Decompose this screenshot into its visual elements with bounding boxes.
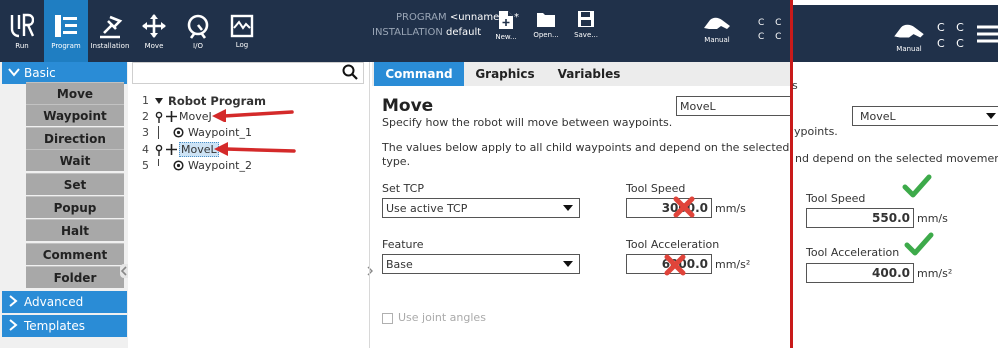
chevron-right-icon — [8, 294, 24, 310]
cmd-popup[interactable]: Popup — [26, 196, 124, 218]
cmd-move[interactable]: Move — [26, 82, 124, 104]
tool-accel-label: Tool Acceleration — [626, 238, 720, 251]
expand-triangle-icon — [155, 97, 163, 104]
check-mark-icon — [904, 232, 934, 256]
move-icon — [166, 111, 177, 122]
set-tcp-label: Set TCP — [382, 182, 424, 195]
annotation-arrow-icon — [214, 142, 296, 156]
tool-accel-unit: mm/s² — [715, 258, 751, 271]
save-icon — [578, 11, 594, 27]
annotation-arrow-icon — [212, 109, 294, 122]
menu-icon[interactable] — [977, 24, 998, 47]
new-file-icon — [499, 11, 513, 29]
log-tab[interactable]: Log — [220, 0, 264, 62]
cmd-wait[interactable]: Wait — [26, 149, 124, 171]
divider — [369, 62, 370, 348]
open-button[interactable]: Open... — [526, 10, 566, 39]
speed-indicator[interactable]: C C C C — [937, 20, 968, 52]
dropdown-arrow-icon — [986, 113, 996, 119]
io-icon — [187, 14, 209, 39]
tab-command[interactable]: Command — [374, 62, 464, 86]
program-tab[interactable]: Program — [44, 0, 88, 62]
check-mark-icon — [902, 174, 932, 198]
tool-accel-input[interactable]: 400.0 — [806, 263, 914, 283]
save-button[interactable]: Save... — [566, 10, 606, 39]
cmd-halt[interactable]: Halt — [26, 219, 124, 241]
advanced-section-header[interactable]: Advanced — [2, 291, 127, 313]
log-icon — [230, 14, 254, 37]
move-tab[interactable]: Move — [132, 0, 176, 62]
tool-speed-input[interactable]: 550.0 — [806, 208, 914, 228]
dropdown-arrow-icon — [563, 261, 573, 267]
chevron-down-icon — [8, 66, 24, 80]
templates-section-header[interactable]: Templates — [2, 315, 127, 337]
cmd-folder[interactable]: Folder — [26, 266, 124, 288]
tree-collapse-handle[interactable] — [367, 266, 373, 279]
installation-icon — [100, 15, 123, 38]
tree-row[interactable]: 3 Waypoint_1 — [142, 126, 252, 139]
move-type-select[interactable]: MoveL — [852, 106, 998, 126]
node-collapse-icon — [155, 111, 163, 123]
tool-speed-label: Tool Speed — [806, 192, 866, 205]
installation-name: default — [445, 27, 482, 38]
waypoint-icon — [173, 127, 184, 138]
set-tcp-select[interactable]: Use active TCP — [382, 198, 580, 218]
tool-speed-input[interactable]: 3000.0 — [626, 198, 712, 218]
feature-select[interactable]: Base — [382, 254, 580, 274]
cmd-set[interactable]: Set — [26, 173, 124, 195]
new-button[interactable]: New... — [486, 10, 526, 41]
manual-mode-button[interactable]: Manual — [702, 16, 732, 44]
tree-search-input[interactable] — [132, 62, 364, 84]
cross-mark-icon — [673, 196, 695, 218]
move-icon — [142, 13, 166, 38]
tool-speed-label: Tool Speed — [626, 182, 686, 195]
cross-mark-icon — [664, 254, 686, 276]
program-icon — [55, 14, 77, 37]
cmd-comment[interactable]: Comment — [26, 243, 124, 265]
ur-logo-icon — [10, 13, 34, 37]
hand-icon — [704, 17, 730, 29]
chevron-right-icon — [8, 318, 24, 334]
chevron-left-icon — [120, 266, 127, 276]
speed-indicator[interactable]: C C C C — [758, 16, 785, 44]
io-tab[interactable]: I/O — [176, 0, 220, 62]
hand-icon — [894, 24, 924, 38]
run-button[interactable]: Run — [0, 0, 44, 62]
tab-variables[interactable]: Variables — [552, 62, 626, 86]
panel-subtitle: Specify how the robot will move between … — [382, 116, 673, 129]
chevron-right-icon — [367, 266, 373, 276]
tree-row[interactable]: 1 Robot Program — [142, 94, 266, 108]
node-collapse-icon — [155, 144, 163, 156]
waypoint-icon — [173, 160, 184, 171]
basic-section-header[interactable]: Basic — [2, 62, 127, 84]
dropdown-arrow-icon — [563, 205, 573, 211]
cmd-direction[interactable]: Direction — [26, 127, 124, 149]
panel-description: The values below apply to all child wayp… — [382, 141, 842, 154]
tool-speed-unit: mm/s — [715, 202, 746, 215]
cmd-waypoint[interactable]: Waypoint — [26, 104, 124, 126]
folder-icon — [537, 13, 555, 27]
panel-title: Move — [382, 96, 434, 116]
tab-graphics[interactable]: Graphics — [470, 62, 540, 86]
search-icon[interactable] — [342, 64, 358, 83]
joint-angles-checkbox[interactable] — [382, 313, 393, 324]
move-icon — [166, 144, 177, 155]
move-type-select[interactable]: MoveL — [676, 96, 792, 116]
tree-row[interactable]: 4 MoveL — [142, 142, 219, 157]
installation-tab[interactable]: Installation — [88, 0, 132, 62]
panel-description-2: type. — [382, 155, 411, 168]
tool-accel-label: Tool Acceleration — [806, 246, 900, 259]
sidebar-collapse-handle[interactable] — [120, 264, 128, 278]
manual-mode-button[interactable]: Manual — [892, 22, 926, 53]
feature-label: Feature — [382, 238, 424, 251]
tree-row[interactable]: 2 MoveJ — [142, 110, 212, 123]
joint-angles-label: Use joint angles — [398, 311, 486, 324]
tree-row[interactable]: 5 Waypoint_2 — [142, 159, 252, 172]
